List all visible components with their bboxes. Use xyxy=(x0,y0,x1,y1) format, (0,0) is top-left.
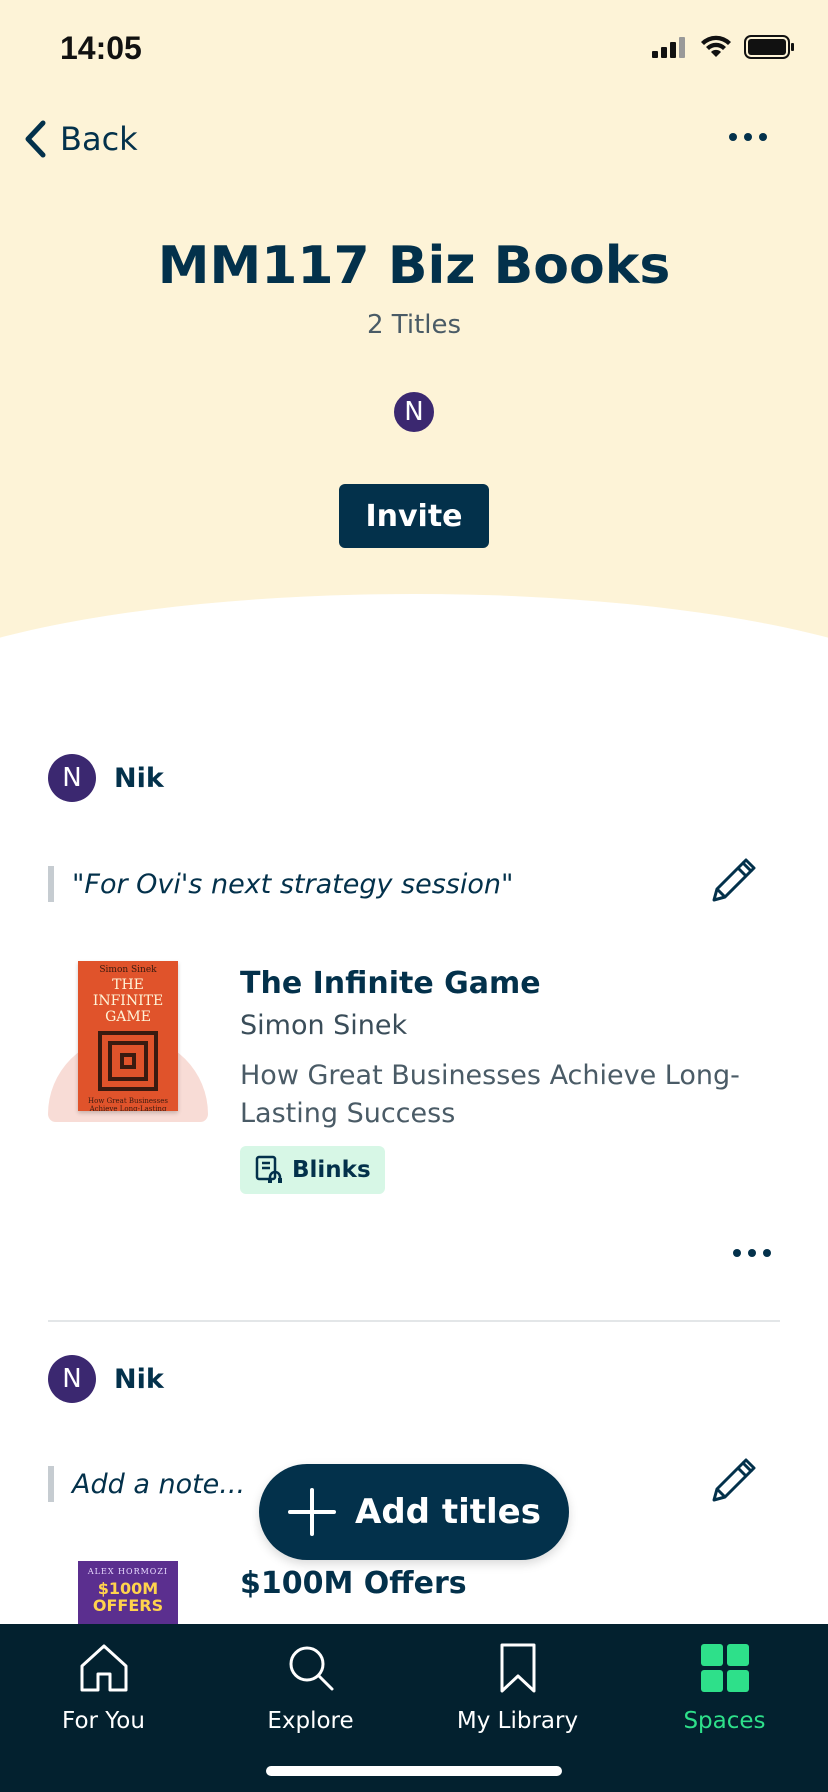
cover-author: ALEX HORMOZI xyxy=(87,1567,169,1576)
edit-note-button[interactable] xyxy=(708,856,758,910)
status-time: 14:05 xyxy=(60,30,142,66)
grid-icon xyxy=(700,1644,749,1692)
avatar-initial: N xyxy=(62,763,82,793)
page-title: MM117 Biz Books xyxy=(157,236,671,296)
more-horizontal-icon xyxy=(729,133,767,141)
avatar: N xyxy=(48,754,96,802)
invite-button[interactable]: Invite xyxy=(339,484,489,548)
entry-user: N Nik xyxy=(48,754,164,802)
add-titles-label: Add titles xyxy=(355,1492,541,1532)
home-icon xyxy=(80,1644,127,1692)
space-screen: 14:05 Back MM117 Biz Books 2 Titles N In… xyxy=(0,0,828,1792)
book-title[interactable]: $100M Offers xyxy=(240,1566,467,1601)
nav-label: My Library xyxy=(456,1708,579,1734)
cellular-signal-icon xyxy=(652,37,685,58)
cover-author: Simon Sinek xyxy=(99,965,157,975)
avatar: N xyxy=(48,1355,96,1403)
entry-user: N Nik xyxy=(48,1355,164,1403)
book-title[interactable]: The Infinite Game xyxy=(240,966,541,1001)
book-cover[interactable]: Simon Sinek THE INFINITE GAME How Great … xyxy=(78,961,178,1111)
nav-label: Explore xyxy=(267,1708,354,1734)
cover-title: THE INFINITE GAME xyxy=(92,977,164,1025)
maze-graphic xyxy=(98,1031,158,1091)
user-name: Nik xyxy=(114,762,164,794)
book-author: Simon Sinek xyxy=(240,1010,408,1041)
add-titles-button[interactable]: Add titles xyxy=(259,1464,569,1560)
header-curve xyxy=(0,594,828,854)
avatar-initial: N xyxy=(404,397,424,427)
chevron-left-icon xyxy=(25,120,46,158)
back-button[interactable]: Back xyxy=(24,120,138,158)
home-indicator xyxy=(266,1766,562,1776)
nav-item-for-you[interactable]: For You xyxy=(0,1636,207,1734)
battery-icon xyxy=(744,35,794,59)
cover-title: $100M OFFERS xyxy=(92,1579,164,1615)
nav-item-spaces[interactable]: Spaces xyxy=(621,1636,828,1734)
user-name: Nik xyxy=(114,1363,164,1395)
cover-subtitle: How Great Businesses Achieve Long-Lastin… xyxy=(88,1097,168,1111)
more-horizontal-icon xyxy=(733,1249,771,1257)
pencil-icon xyxy=(712,1458,756,1502)
more-options-button[interactable] xyxy=(728,128,768,147)
pencil-icon xyxy=(712,858,756,902)
plus-icon xyxy=(288,1488,337,1536)
blinks-icon xyxy=(255,1155,282,1183)
member-avatar[interactable]: N xyxy=(392,390,436,434)
nav-label: For You xyxy=(62,1708,145,1734)
entry-note: "For Ovi's next strategy session" xyxy=(48,866,728,902)
nav-item-my-library[interactable]: My Library xyxy=(414,1636,621,1734)
book-subtitle: How Great Businesses Achieve Long-Lastin… xyxy=(240,1060,740,1129)
search-icon xyxy=(289,1646,333,1691)
wifi-icon xyxy=(701,35,731,57)
content-type-badge: Blinks xyxy=(240,1146,385,1194)
nav-item-explore[interactable]: Explore xyxy=(207,1636,414,1734)
nav-label: Spaces xyxy=(683,1708,766,1734)
avatar-initial: N xyxy=(62,1364,82,1394)
bookmark-icon xyxy=(500,1643,535,1693)
title-count: 2 Titles xyxy=(366,310,462,340)
entry-more-button[interactable] xyxy=(732,1244,772,1263)
badge-label: Blinks xyxy=(292,1157,371,1183)
entry-divider xyxy=(48,1320,780,1322)
back-label: Back xyxy=(60,120,138,158)
status-icons xyxy=(652,34,796,60)
edit-note-button[interactable] xyxy=(708,1456,758,1510)
